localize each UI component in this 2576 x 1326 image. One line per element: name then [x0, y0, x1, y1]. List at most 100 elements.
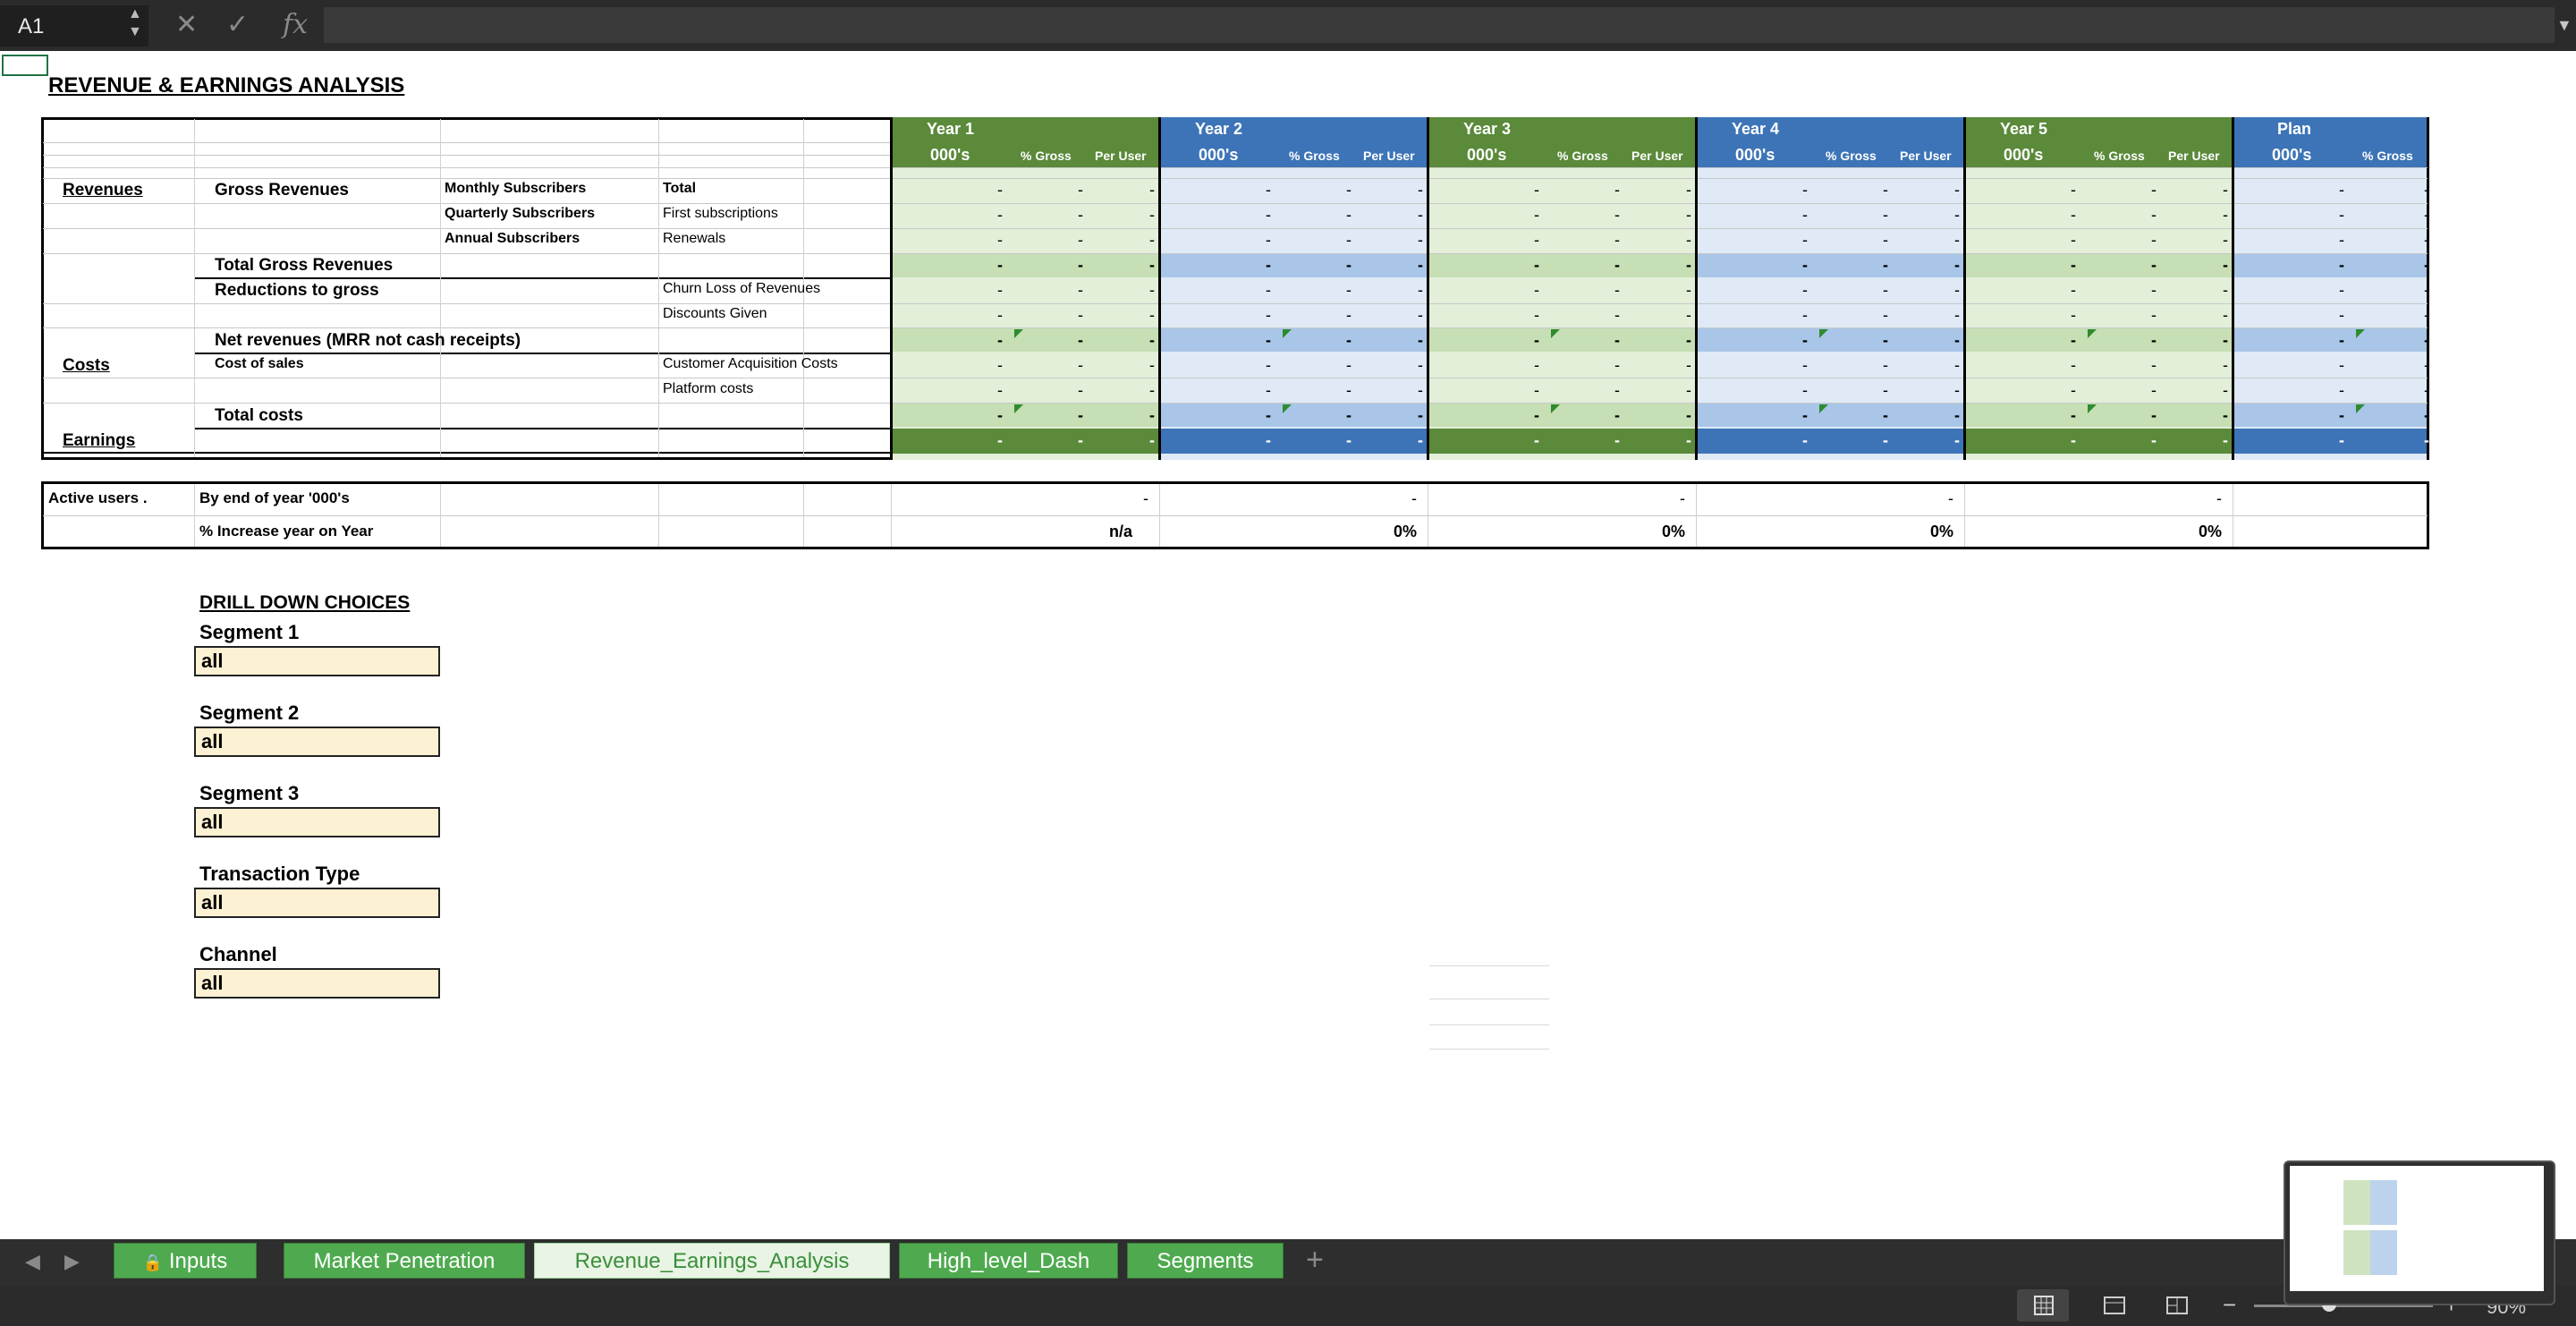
value-cell[interactable]: - — [2201, 331, 2228, 350]
value-cell[interactable]: - — [976, 256, 1003, 275]
value-cell[interactable]: - — [1325, 181, 1352, 200]
value-cell[interactable]: - — [1513, 331, 1539, 350]
value-cell[interactable]: - — [1056, 331, 1083, 350]
value-cell[interactable]: - — [976, 306, 1003, 325]
value-cell[interactable]: - — [1933, 381, 1960, 400]
value-cell[interactable]: - — [1128, 206, 1155, 225]
value-cell[interactable]: - — [2318, 181, 2344, 200]
value-cell[interactable]: - — [1244, 381, 1271, 400]
value-cell[interactable]: - — [1665, 356, 1691, 375]
value-cell[interactable]: - — [2130, 356, 2157, 375]
value-cell[interactable]: - — [2402, 306, 2429, 325]
name-box-stepper-icon[interactable]: ▲ ▼ — [128, 5, 142, 41]
value-cell[interactable]: - — [1781, 206, 1808, 225]
value-cell[interactable]: - — [1396, 281, 1423, 300]
value-cell[interactable]: - — [2049, 431, 2076, 450]
fx-icon[interactable]: fx — [283, 9, 308, 40]
value-cell[interactable]: - — [1665, 231, 1691, 250]
value-cell[interactable]: - — [1128, 356, 1155, 375]
value-cell[interactable]: - — [1325, 381, 1352, 400]
value-cell[interactable]: - — [1325, 306, 1352, 325]
value-cell[interactable]: - — [1244, 306, 1271, 325]
value-cell[interactable]: - — [1513, 406, 1539, 425]
value-cell[interactable]: - — [1933, 256, 1960, 275]
drill-input-segment-2[interactable]: all — [194, 727, 440, 757]
value-cell[interactable]: - — [1396, 231, 1423, 250]
value-cell[interactable]: - — [1861, 331, 1888, 350]
value-cell[interactable]: - — [976, 431, 1003, 450]
value-cell[interactable]: - — [2318, 231, 2344, 250]
value-cell[interactable]: - — [976, 381, 1003, 400]
value-cell[interactable]: - — [2318, 281, 2344, 300]
value-cell[interactable]: - — [1665, 431, 1691, 450]
value-cell[interactable]: - — [1665, 406, 1691, 425]
value-cell[interactable]: - — [1933, 431, 1960, 450]
value-cell[interactable]: - — [1513, 356, 1539, 375]
comment-marker-icon[interactable] — [2088, 404, 2097, 413]
value-cell[interactable]: - — [1244, 181, 1271, 200]
comment-marker-icon[interactable] — [1014, 404, 1023, 413]
value-cell[interactable]: - — [2402, 381, 2429, 400]
value-cell[interactable]: - — [2318, 356, 2344, 375]
value-cell[interactable]: - — [1325, 206, 1352, 225]
value-cell[interactable]: - — [1513, 281, 1539, 300]
add-sheet-icon[interactable]: + — [1306, 1243, 1324, 1278]
value-cell[interactable]: - — [2402, 331, 2429, 350]
value-cell[interactable]: - — [1861, 306, 1888, 325]
value-cell[interactable]: - — [1665, 206, 1691, 225]
value-cell[interactable]: - — [1244, 231, 1271, 250]
value-cell[interactable]: - — [976, 181, 1003, 200]
value-cell[interactable]: - — [1781, 231, 1808, 250]
value-cell[interactable]: - — [1665, 256, 1691, 275]
value-cell[interactable]: - — [976, 406, 1003, 425]
value-cell[interactable]: - — [2049, 231, 2076, 250]
value-cell[interactable]: - — [1128, 331, 1155, 350]
value-cell[interactable]: - — [2049, 406, 2076, 425]
value-cell[interactable]: - — [1325, 331, 1352, 350]
value-cell[interactable]: - — [1396, 431, 1423, 450]
value-cell[interactable]: - — [1933, 206, 1960, 225]
value-cell[interactable]: - — [1593, 231, 1620, 250]
value-cell[interactable]: - — [2201, 306, 2228, 325]
value-cell[interactable]: - — [1781, 331, 1808, 350]
value-cell[interactable]: - — [2130, 381, 2157, 400]
value-cell[interactable]: - — [1781, 431, 1808, 450]
value-cell[interactable]: - — [2402, 181, 2429, 200]
value-cell[interactable]: - — [1781, 181, 1808, 200]
tab-scroll-right-icon[interactable]: ▶ — [64, 1250, 80, 1273]
tab-inputs[interactable]: 🔒 Inputs — [114, 1243, 257, 1279]
value-cell[interactable]: - — [1128, 381, 1155, 400]
value-cell[interactable]: - — [2049, 356, 2076, 375]
value-cell[interactable]: - — [1665, 331, 1691, 350]
value-cell[interactable]: - — [1781, 281, 1808, 300]
value-cell[interactable]: - — [1781, 306, 1808, 325]
value-cell[interactable]: - — [1244, 256, 1271, 275]
value-cell[interactable]: - — [1513, 431, 1539, 450]
value-cell[interactable]: - — [2318, 306, 2344, 325]
value-cell[interactable]: - — [1128, 431, 1155, 450]
value-cell[interactable]: - — [1056, 406, 1083, 425]
value-cell[interactable]: - — [2049, 306, 2076, 325]
value-cell[interactable]: - — [1056, 206, 1083, 225]
value-cell[interactable]: - — [2201, 381, 2228, 400]
value-cell[interactable]: - — [2049, 181, 2076, 200]
value-cell[interactable]: - — [1861, 231, 1888, 250]
value-cell[interactable]: - — [1244, 281, 1271, 300]
value-cell[interactable]: - — [1128, 406, 1155, 425]
value-cell[interactable]: - — [1593, 356, 1620, 375]
value-cell[interactable]: - — [1861, 206, 1888, 225]
page-layout-view-icon[interactable] — [2102, 1295, 2127, 1316]
value-cell[interactable]: - — [1513, 206, 1539, 225]
value-cell[interactable]: - — [1861, 381, 1888, 400]
value-cell[interactable]: - — [976, 331, 1003, 350]
value-cell[interactable]: - — [2201, 181, 2228, 200]
value-cell[interactable]: - — [1056, 231, 1083, 250]
comment-marker-icon[interactable] — [1551, 404, 1560, 413]
selected-cell-a1[interactable] — [2, 55, 48, 76]
value-cell[interactable]: - — [2049, 331, 2076, 350]
value-cell[interactable]: - — [1861, 431, 1888, 450]
value-cell[interactable]: - — [1128, 181, 1155, 200]
value-cell[interactable]: - — [1056, 431, 1083, 450]
value-cell[interactable]: - — [2049, 256, 2076, 275]
value-cell[interactable]: - — [1325, 356, 1352, 375]
